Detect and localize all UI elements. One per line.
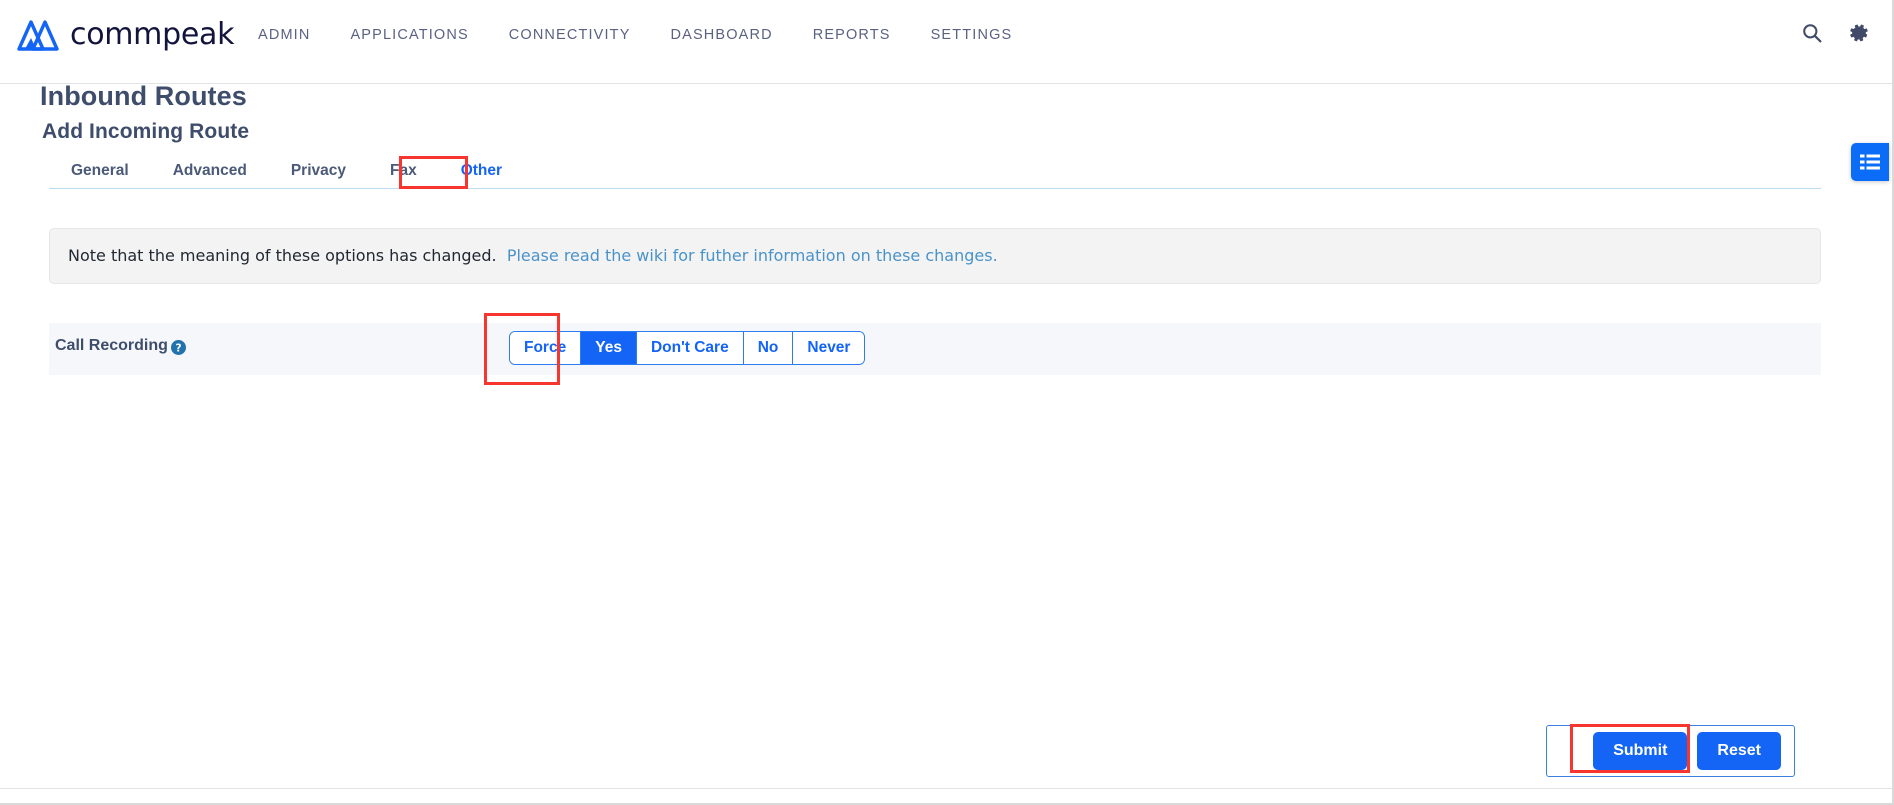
nav-item-connectivity[interactable]: CONNECTIVITY bbox=[489, 27, 651, 43]
search-icon[interactable] bbox=[1802, 23, 1822, 43]
gear-icon[interactable] bbox=[1848, 22, 1870, 44]
tab-other[interactable]: Other bbox=[439, 157, 524, 188]
question-circle-icon[interactable]: ? bbox=[170, 339, 186, 355]
call-recording-label-group: Call Recording ? bbox=[55, 337, 186, 355]
notice-banner: Note that the meaning of these options h… bbox=[49, 228, 1821, 284]
form-tabs: General Advanced Privacy Fax Other bbox=[49, 157, 524, 188]
brand-name: commpeak bbox=[70, 17, 235, 52]
page-subtitle: Add Incoming Route bbox=[42, 120, 250, 143]
commpeak-triangles-logo-icon bbox=[17, 19, 59, 51]
option-force[interactable]: Force bbox=[510, 332, 582, 364]
nav-item-settings[interactable]: SETTINGS bbox=[911, 27, 1033, 43]
top-navigation-bar: commpeak ADMIN APPLICATIONS CONNECTIVITY… bbox=[0, 0, 1892, 84]
page-title: Inbound Routes bbox=[40, 81, 247, 111]
nav-item-dashboard[interactable]: DASHBOARD bbox=[651, 27, 793, 43]
svg-text:?: ? bbox=[175, 342, 181, 354]
call-recording-option-group: Force Yes Don't Care No Never bbox=[509, 331, 866, 365]
tabs-divider bbox=[49, 188, 1821, 189]
tab-general[interactable]: General bbox=[49, 157, 151, 188]
main-nav: ADMIN APPLICATIONS CONNECTIVITY DASHBOAR… bbox=[258, 27, 1032, 43]
form-action-bar: Submit Reset bbox=[1546, 725, 1795, 777]
call-recording-label: Call Recording bbox=[55, 337, 168, 354]
notice-wiki-link[interactable]: Please read the wiki for futher informat… bbox=[507, 246, 998, 265]
tab-fax[interactable]: Fax bbox=[368, 157, 439, 188]
option-dont-care[interactable]: Don't Care bbox=[636, 332, 744, 364]
nav-item-applications[interactable]: APPLICATIONS bbox=[330, 27, 488, 43]
option-yes[interactable]: Yes bbox=[581, 332, 637, 364]
option-no[interactable]: No bbox=[743, 332, 794, 364]
reset-button[interactable]: Reset bbox=[1697, 732, 1781, 770]
tab-privacy[interactable]: Privacy bbox=[269, 157, 368, 188]
call-recording-row: Call Recording ? Force Yes Don't Care No… bbox=[49, 323, 1821, 375]
tab-advanced[interactable]: Advanced bbox=[151, 157, 269, 188]
brand-logo[interactable]: commpeak bbox=[16, 17, 234, 52]
side-panel-toggle[interactable] bbox=[1851, 143, 1889, 181]
nav-item-admin[interactable]: ADMIN bbox=[258, 27, 330, 43]
footer-divider bbox=[0, 788, 1892, 789]
notice-text-wrapper: Note that the meaning of these options h… bbox=[68, 246, 998, 265]
nav-item-reports[interactable]: REPORTS bbox=[793, 27, 911, 43]
notice-message: Note that the meaning of these options h… bbox=[68, 246, 497, 265]
option-never[interactable]: Never bbox=[793, 332, 865, 364]
list-panel-icon bbox=[1860, 154, 1880, 170]
app-window: commpeak ADMIN APPLICATIONS CONNECTIVITY… bbox=[0, 0, 1894, 805]
header-icon-group bbox=[1802, 22, 1870, 44]
submit-button[interactable]: Submit bbox=[1593, 732, 1688, 770]
